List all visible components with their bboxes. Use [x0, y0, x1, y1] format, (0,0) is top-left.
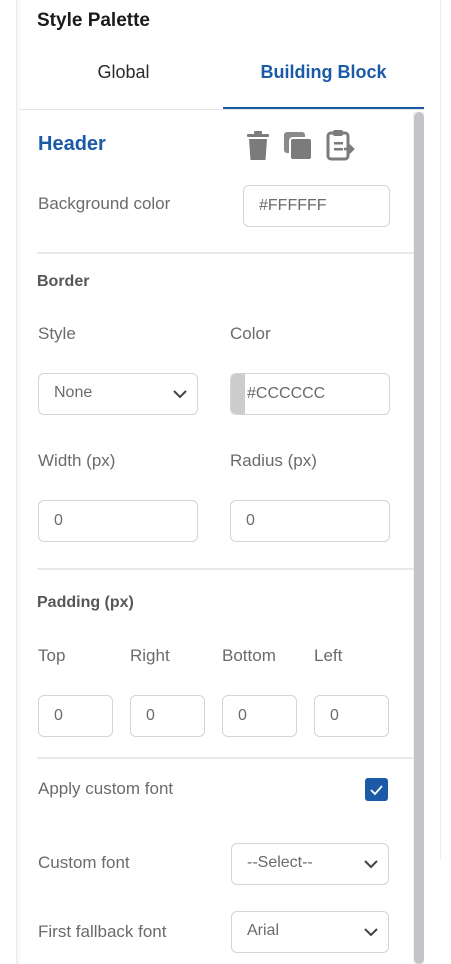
chevron-down-icon [173, 390, 187, 399]
scrollbar-thumb[interactable] [414, 112, 424, 964]
panel-left-border-inner [19, 0, 20, 964]
border-style-label: Style [38, 324, 76, 343]
padding-heading: Padding (px) [37, 594, 134, 611]
tab-global[interactable]: Global [24, 62, 223, 110]
background-color-label: Background color [38, 194, 171, 213]
background-color-input[interactable]: #FFFFFF [243, 185, 390, 227]
border-width-label: Width (px) [38, 451, 116, 470]
apply-custom-font-checkbox[interactable] [365, 778, 388, 801]
border-style-select[interactable]: None [38, 373, 198, 415]
border-color-label: Color [230, 324, 271, 343]
tab-global-label: Global [97, 62, 150, 82]
padding-right-input[interactable]: 0 [130, 695, 205, 737]
tab-building-block-label: Building Block [260, 62, 387, 82]
padding-left-label: Left [314, 646, 343, 665]
section-title: Header [38, 133, 106, 155]
apply-custom-font-label: Apply custom font [38, 779, 174, 798]
custom-font-value: --Select-- [247, 854, 313, 871]
tabs-divider [20, 109, 424, 110]
padding-top-input[interactable]: 0 [38, 695, 113, 737]
trash-icon[interactable] [246, 131, 270, 161]
panel-title: Style Palette [37, 10, 150, 31]
divider [37, 568, 414, 570]
divider [37, 757, 414, 759]
padding-bottom-input[interactable]: 0 [222, 695, 297, 737]
paste-icon[interactable] [326, 129, 356, 161]
border-radius-input[interactable]: 0 [230, 500, 390, 542]
tab-building-block[interactable]: Building Block [223, 62, 424, 110]
padding-right-label: Right [130, 646, 170, 665]
padding-left-input[interactable]: 0 [314, 695, 389, 737]
divider [37, 252, 414, 254]
copy-icon[interactable] [283, 131, 313, 161]
chevron-down-icon [364, 928, 378, 937]
padding-bottom-label: Bottom [222, 646, 276, 665]
panel-right-border [440, 0, 441, 860]
border-heading: Border [37, 273, 90, 290]
custom-font-label: Custom font [38, 853, 130, 872]
first-fallback-font-label: First fallback font [38, 922, 167, 941]
first-fallback-font-value: Arial [247, 922, 280, 939]
panel-left-border [16, 0, 18, 964]
first-fallback-font-select[interactable]: Arial [231, 911, 389, 953]
border-color-input[interactable]: #CCCCCC [230, 373, 390, 415]
checkmark-icon [370, 785, 383, 796]
chevron-down-icon [364, 860, 378, 869]
padding-top-label: Top [38, 646, 66, 665]
border-radius-label: Radius (px) [230, 451, 317, 470]
border-color-value: #CCCCCC [247, 385, 326, 402]
custom-font-select[interactable]: --Select-- [231, 843, 389, 885]
border-color-swatch [231, 374, 245, 414]
border-style-value: None [54, 384, 93, 401]
border-width-input[interactable]: 0 [38, 500, 198, 542]
